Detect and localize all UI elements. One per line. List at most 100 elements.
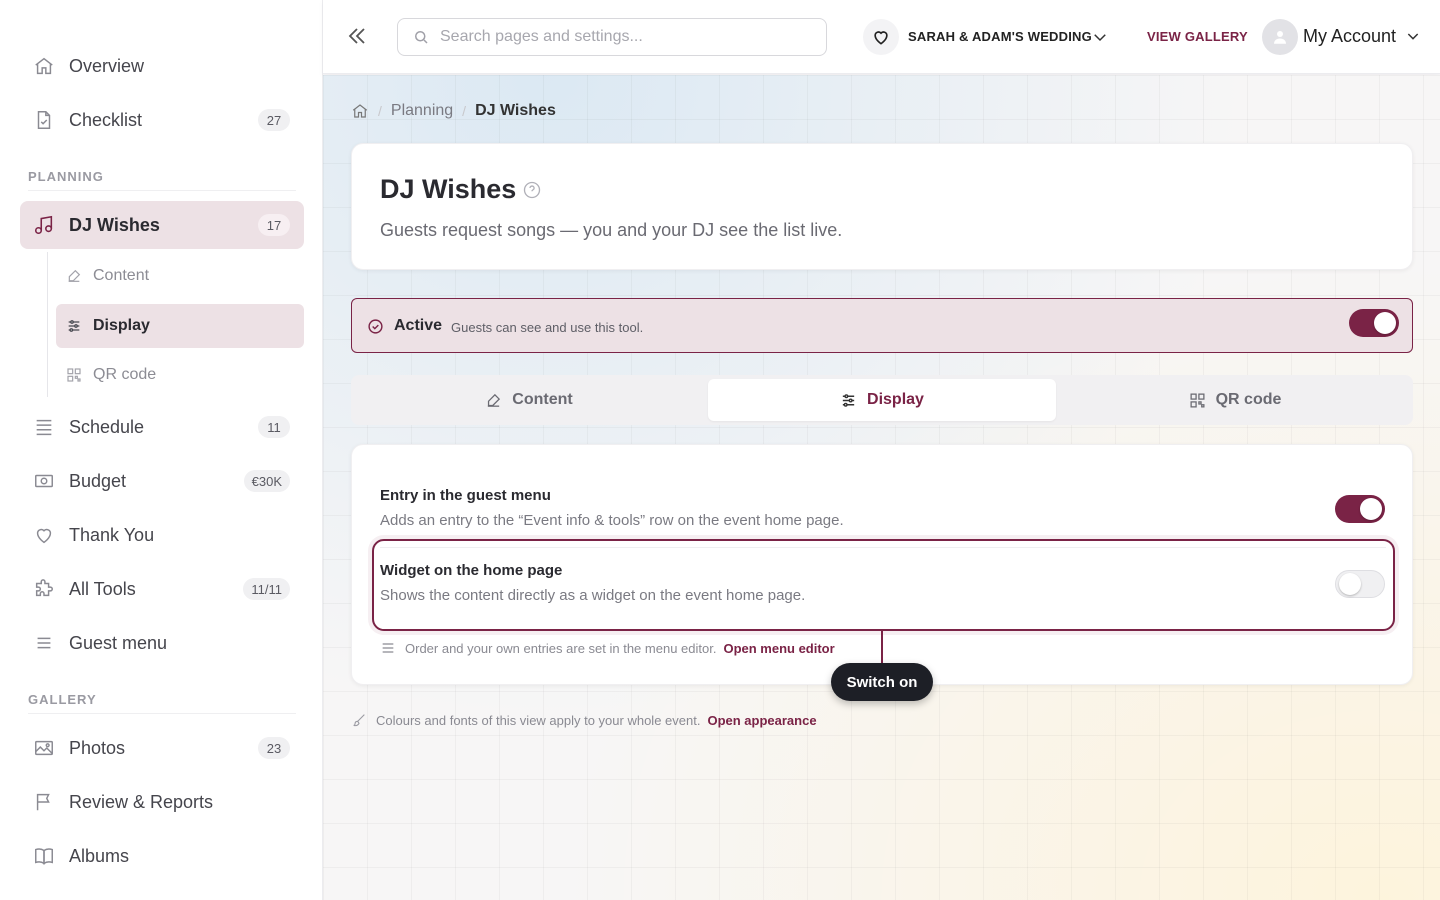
- sidebar-subitem-qr-code[interactable]: QR code: [56, 353, 304, 397]
- sidebar-item-albums[interactable]: Albums: [20, 832, 304, 880]
- edit-icon: [66, 267, 84, 285]
- sidebar-item-budget[interactable]: Budget €30K: [20, 457, 304, 505]
- heart-icon: [863, 19, 899, 55]
- section-label-planning: PLANNING: [28, 169, 104, 184]
- breadcrumb-separator: /: [378, 103, 382, 119]
- sidebar-subitem-display[interactable]: Display: [56, 304, 304, 348]
- search-icon: [412, 28, 430, 46]
- sidebar-item-label: Thank You: [69, 524, 155, 545]
- money-icon: [32, 469, 56, 493]
- top-bar: SARAH & ADAM'S WEDDING VIEW GALLERY My A…: [323, 0, 1440, 74]
- open-appearance-link[interactable]: Open appearance: [707, 713, 816, 728]
- footnote-text: Colours and fonts of this view apply to …: [376, 712, 701, 728]
- main-content: / Planning / DJ Wishes DJ Wishes Guests …: [323, 75, 1440, 900]
- menu-icon: [32, 631, 56, 655]
- menu-icon: [380, 640, 396, 656]
- collapse-sidebar-icon[interactable]: [345, 24, 369, 48]
- setting-title: Widget on the home page: [380, 562, 563, 579]
- sidebar-item-label: All Tools: [69, 578, 136, 599]
- home-icon: [32, 54, 56, 78]
- count-badge: 17: [258, 214, 290, 236]
- menu-note-text: Order and your own entries are set in th…: [405, 640, 717, 656]
- setting-description: Adds an entry to the “Event info & tools…: [380, 512, 844, 529]
- sidebar-item-label: Budget: [69, 470, 127, 491]
- count-badge: 23: [258, 737, 290, 759]
- search-box[interactable]: [397, 18, 827, 56]
- sidebar-item-label: Schedule: [69, 416, 145, 437]
- tab-label: Display: [867, 391, 924, 408]
- sidebar-item-label: Photos: [69, 737, 126, 758]
- status-description: Guests can see and use this tool.: [451, 320, 644, 335]
- count-badge: 11/11: [243, 578, 290, 600]
- page-description: Guests request songs — you and your DJ s…: [380, 220, 843, 240]
- tab-display[interactable]: Display: [708, 379, 1056, 421]
- tab-label: QR code: [1215, 391, 1282, 408]
- menu-editor-note: Order and your own entries are set in th…: [380, 640, 835, 656]
- sidebar-item-label: Overview: [69, 55, 145, 76]
- open-menu-editor-link[interactable]: Open menu editor: [723, 641, 834, 656]
- page-title: DJ Wishes: [380, 174, 517, 204]
- toggle-knob: [1360, 498, 1382, 520]
- sidebar-item-thank-you[interactable]: Thank You: [20, 511, 304, 559]
- help-icon[interactable]: [522, 180, 542, 200]
- view-tabs: Content Display QR code: [351, 375, 1413, 425]
- page-header-card: DJ Wishes Guests request songs — you and…: [351, 143, 1413, 270]
- list-icon: [32, 415, 56, 439]
- switch-on-tooltip: Switch on: [831, 663, 933, 701]
- chevron-down-icon[interactable]: [1405, 28, 1421, 44]
- qr-code-icon: [66, 366, 84, 384]
- sidebar-item-label: Checklist: [69, 109, 143, 130]
- image-icon: [32, 736, 56, 760]
- tool-active-toggle[interactable]: [1349, 309, 1399, 337]
- toggle-knob: [1374, 312, 1396, 334]
- appearance-footnote: Colours and fonts of this view apply to …: [351, 712, 817, 728]
- sliders-icon: [66, 317, 84, 335]
- tooltip-connector: [881, 630, 883, 664]
- sidebar-item-all-tools[interactable]: All Tools 11/11: [20, 565, 304, 613]
- sidebar-item-review-reports[interactable]: Review & Reports: [20, 778, 304, 826]
- highlight-frame: [372, 539, 1395, 631]
- sidebar-item-photos[interactable]: Photos 23: [20, 724, 304, 772]
- account-menu[interactable]: My Account: [1303, 26, 1396, 47]
- sidebar-item-checklist[interactable]: Checklist 27: [20, 96, 304, 144]
- setting-title: Entry in the guest menu: [380, 487, 551, 504]
- breadcrumb-separator: /: [462, 103, 467, 119]
- submenu-rail: [47, 252, 48, 397]
- section-label-gallery: GALLERY: [28, 692, 97, 707]
- puzzle-icon: [32, 577, 56, 601]
- guest-menu-entry-toggle[interactable]: [1335, 495, 1385, 523]
- sidebar-item-guest-menu[interactable]: Guest menu: [20, 619, 304, 667]
- sidebar-item-schedule[interactable]: Schedule 11: [20, 403, 304, 451]
- sidebar-item-dj-wishes[interactable]: DJ Wishes 17: [20, 201, 304, 249]
- search-input[interactable]: [440, 28, 800, 46]
- event-selector[interactable]: SARAH & ADAM'S WEDDING: [908, 29, 1092, 44]
- status-title: Active: [394, 317, 443, 334]
- sidebar-item-label: Albums: [69, 845, 130, 866]
- sidebar-subitem-content[interactable]: Content: [56, 254, 304, 298]
- sidebar: Overview Checklist 27 PLANNING DJ Wishes…: [0, 0, 323, 900]
- brush-icon: [351, 712, 367, 728]
- sliders-icon: [840, 392, 857, 409]
- book-icon: [32, 844, 56, 868]
- breadcrumb: / Planning / DJ Wishes: [351, 102, 556, 120]
- setting-description: Shows the content directly as a widget o…: [380, 587, 806, 604]
- music-note-icon: [32, 213, 56, 237]
- flag-icon: [32, 790, 56, 814]
- avatar[interactable]: [1262, 19, 1298, 55]
- sidebar-item-label: Review & Reports: [69, 791, 214, 812]
- sidebar-item-label: DJ Wishes: [69, 214, 160, 235]
- home-widget-toggle[interactable]: [1335, 570, 1385, 598]
- sidebar-subitem-label: Content: [93, 267, 150, 284]
- sidebar-item-overview[interactable]: Overview: [20, 42, 304, 90]
- sidebar-item-label: Guest menu: [69, 632, 168, 653]
- home-icon[interactable]: [351, 102, 369, 120]
- view-gallery-link[interactable]: VIEW GALLERY: [1147, 29, 1248, 44]
- divider: [28, 713, 296, 714]
- tab-content[interactable]: Content: [355, 379, 703, 421]
- tab-qr-code[interactable]: QR code: [1061, 379, 1409, 421]
- edit-icon: [485, 392, 502, 409]
- breadcrumb-planning[interactable]: Planning: [391, 102, 453, 120]
- chevron-down-icon[interactable]: [1091, 28, 1109, 46]
- heart-icon: [32, 523, 56, 547]
- qr-code-icon: [1189, 392, 1206, 409]
